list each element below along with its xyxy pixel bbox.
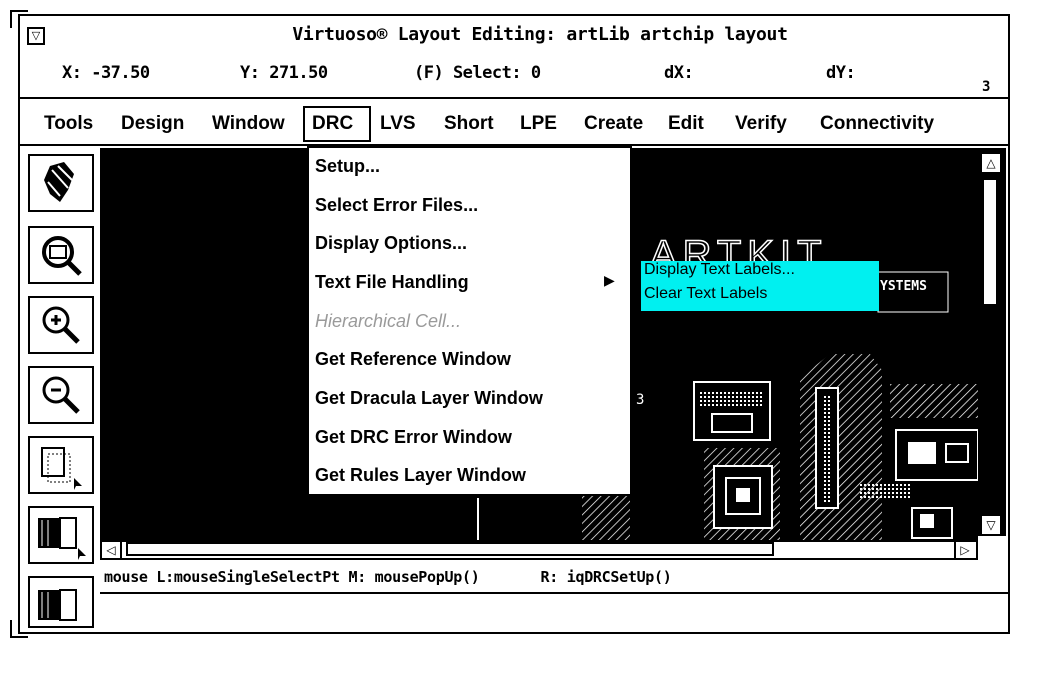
zoom-in-icon (42, 306, 80, 344)
submenu-clear-text-labels[interactable]: Clear Text Labels (644, 285, 767, 303)
menu-drc[interactable]: DRC (312, 113, 353, 135)
drc-menu-get-reference-window[interactable]: Get Reference Window (315, 349, 511, 370)
coord-dx: dX: (664, 63, 694, 83)
menu-create[interactable]: Create (584, 113, 643, 135)
window-menu-button[interactable]: ▽ (27, 27, 45, 45)
mouse-binding-status: mouse L:mouseSingleSelectPt M: mousePopU… (104, 568, 672, 586)
scroll-up-arrow[interactable]: △ (980, 152, 1002, 174)
menu-window[interactable]: Window (212, 113, 285, 135)
coord-dy: dY: (826, 63, 856, 83)
command-count: 3 (982, 79, 990, 95)
drc-menu-get-dracula-layer-window[interactable]: Get Dracula Layer Window (315, 388, 543, 409)
partial-text: 3 (636, 392, 644, 408)
menu-verify[interactable]: Verify (735, 113, 787, 135)
scroll-left-arrow[interactable]: ◁ (102, 541, 122, 559)
menu-edit[interactable]: Edit (668, 113, 704, 135)
tool-select-area-button[interactable] (28, 436, 94, 494)
tool-zoom-in-button[interactable] (28, 296, 94, 354)
drc-menu-get-rules-layer-window[interactable]: Get Rules Layer Window (315, 465, 526, 486)
menu-lpe[interactable]: LPE (520, 113, 557, 135)
tool-select-layer-button-2[interactable] (28, 576, 94, 628)
drc-menu-hierarchical-cell: Hierarchical Cell... (315, 311, 462, 331)
menu-tools[interactable]: Tools (44, 113, 93, 135)
window-title: Virtuoso® Layout Editing: artLib artchip… (292, 24, 788, 45)
drc-menu-get-drc-error-window[interactable]: Get DRC Error Window (315, 427, 512, 448)
zoom-out-icon (42, 376, 80, 414)
ruler-icon (44, 162, 74, 202)
select-layer-icon-2 (38, 589, 77, 621)
divider (20, 97, 1008, 99)
select-layer-icon (38, 517, 86, 560)
submenu-arrow-icon: ▶ (604, 272, 615, 288)
divider (100, 592, 1008, 594)
scroll-down-arrow[interactable]: ▽ (980, 514, 1002, 536)
menu-lvs[interactable]: LVS (380, 113, 416, 135)
select-area-icon (41, 447, 82, 490)
tool-zoom-out-button[interactable] (28, 366, 94, 424)
coord-y: Y: 271.50 (240, 63, 328, 83)
menu-connectivity[interactable]: Connectivity (820, 113, 934, 135)
zoom-fit-icon (42, 236, 82, 276)
horizontal-scroll-thumb[interactable] (126, 542, 774, 556)
submenu-display-text-labels[interactable]: Display Text Labels... (644, 261, 795, 279)
vertical-scroll-thumb[interactable] (982, 178, 998, 306)
drc-menu-text-file-handling[interactable]: Text File Handling (315, 272, 469, 293)
scroll-right-arrow[interactable]: ▷ (954, 541, 974, 559)
select-count: (F) Select: 0 (414, 63, 541, 83)
tool-select-layer-button[interactable] (28, 506, 94, 564)
drc-menu-select-error-files[interactable]: Select Error Files... (315, 195, 478, 216)
menu-design[interactable]: Design (121, 113, 184, 135)
logo-subtext: YSTEMS (880, 279, 927, 294)
tool-ruler-button[interactable] (28, 154, 94, 212)
drc-menu-display-options[interactable]: Display Options... (315, 233, 467, 254)
menu-short[interactable]: Short (444, 113, 494, 135)
tool-zoom-fit-button[interactable] (28, 226, 94, 284)
drc-menu-setup[interactable]: Setup... (315, 156, 380, 177)
coord-x: X: -37.50 (62, 63, 150, 83)
